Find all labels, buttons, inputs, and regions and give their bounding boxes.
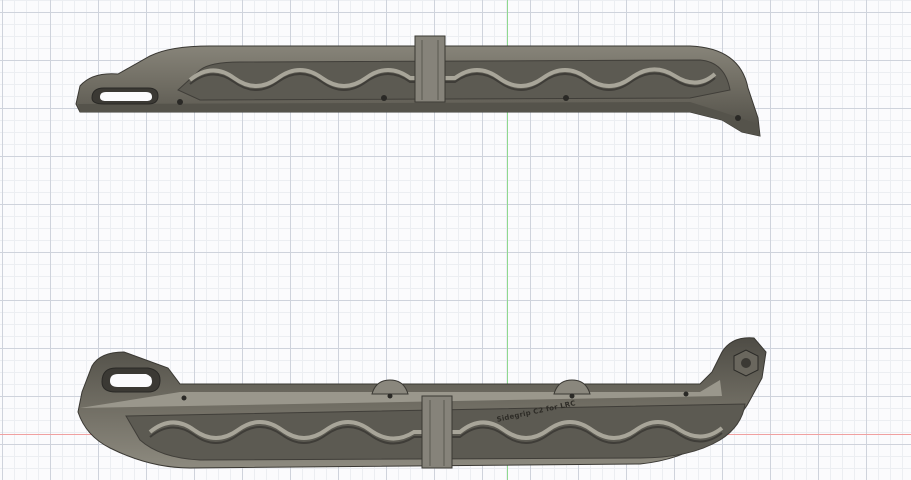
slot-hole bbox=[110, 374, 152, 387]
screw-hole bbox=[387, 393, 393, 399]
cad-viewport[interactable]: Sidegrip C2 for LRC bbox=[0, 0, 911, 480]
side-rail-bottom[interactable] bbox=[0, 0, 911, 480]
center-clip bbox=[421, 395, 453, 469]
screw-hole bbox=[741, 358, 751, 368]
screw-hole bbox=[181, 395, 187, 401]
screw-hole bbox=[683, 391, 689, 397]
screw-hole bbox=[569, 393, 575, 399]
